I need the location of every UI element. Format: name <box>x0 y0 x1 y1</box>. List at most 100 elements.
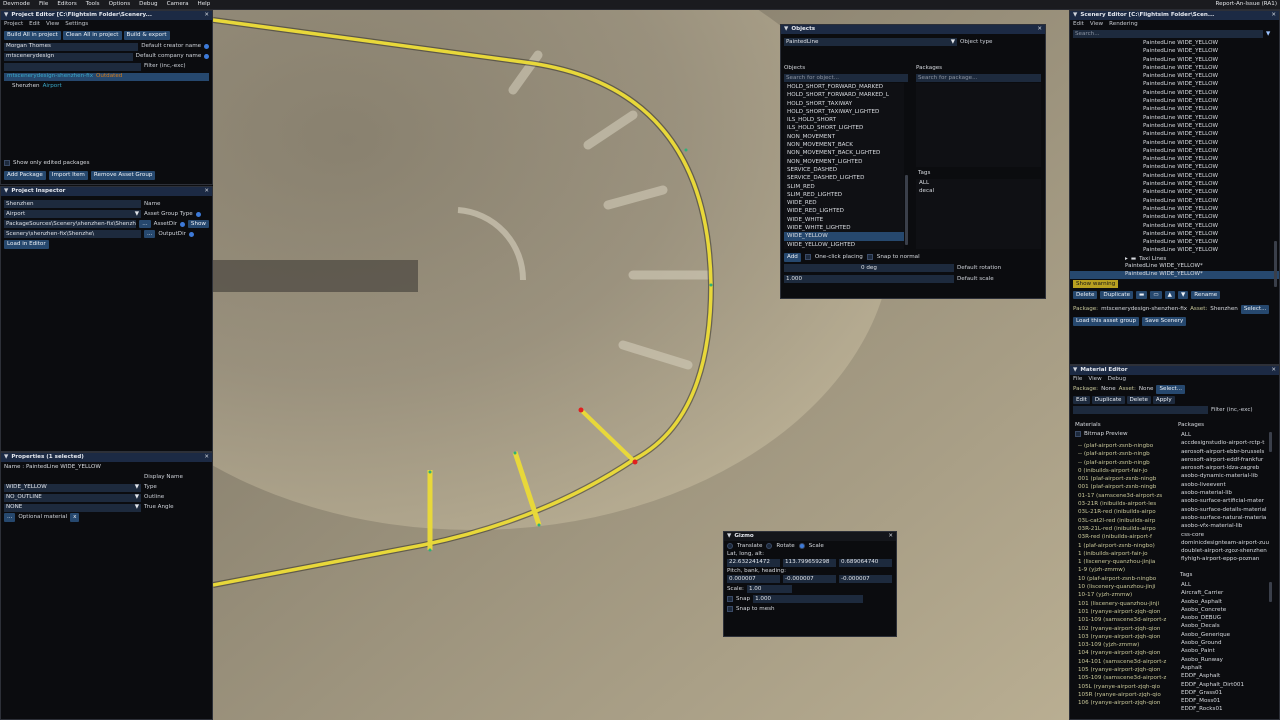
object-list-item[interactable]: NON_MOVEMENT <box>784 133 904 141</box>
object-list-item[interactable]: SERVICE_DASHED <box>784 166 904 174</box>
menu-edit[interactable]: Edit <box>1073 21 1084 28</box>
material-item[interactable]: 001 (plaf-airport-zsnb-ningb <box>1075 475 1171 483</box>
add-object-button[interactable]: Add <box>784 253 801 262</box>
collapse-icon[interactable]: ▼ <box>1073 367 1077 374</box>
delete-button[interactable]: Delete <box>1073 290 1098 300</box>
package-tree-item[interactable]: mtscenerydesign-shenzhen-fix Outdated <box>4 72 209 81</box>
bank-field[interactable]: -0.000007 <box>783 575 836 584</box>
material-item[interactable]: 103 (ryanye-airport-zjqh-qion <box>1075 633 1171 641</box>
material-tag-item[interactable]: Asphalt <box>1178 664 1271 672</box>
material-package-item[interactable]: asobo-vfx-material-lib <box>1178 522 1271 530</box>
material-item[interactable]: 10 (plaf-airport-zsnb-ningbo <box>1075 575 1171 583</box>
load-in-editor-button[interactable]: Load in Editor <box>4 240 49 249</box>
build-all-button[interactable]: Build All in project <box>4 31 61 40</box>
material-tag-item[interactable]: Asobo_Paint <box>1178 647 1271 655</box>
material-item[interactable]: -- (plaf-airport-zsnb-ningbo <box>1075 442 1171 450</box>
object-list-item[interactable]: SERVICE_DASHED_LIGHTED <box>784 174 904 182</box>
show-edited-checkbox[interactable] <box>4 160 10 167</box>
tag-item[interactable]: decal <box>916 187 1041 195</box>
material-item[interactable]: 101 (liscenery-quanzhou-jinji <box>1075 600 1171 608</box>
menu-help[interactable]: Help <box>198 1 211 8</box>
object-list-item[interactable]: NON_MOVEMENT_BACK <box>784 141 904 149</box>
material-item[interactable]: 1-9 (yjzh-zmmw) <box>1075 566 1171 574</box>
control-point-red[interactable] <box>578 407 584 413</box>
material-package-item[interactable]: ALL <box>1178 431 1271 439</box>
material-package-item[interactable]: asobo-surface-details-material <box>1178 506 1271 514</box>
material-item[interactable]: 102 (ryanye-airport-zjqh-qion <box>1075 625 1171 633</box>
material-package-item[interactable]: aerosoft-airport-eddf-frankfur <box>1178 456 1271 464</box>
object-list-item[interactable]: WIDE_YELLOW <box>784 232 904 241</box>
move-down-icon[interactable]: ▼ <box>1177 290 1189 300</box>
close-icon[interactable]: ✕ <box>204 12 209 19</box>
scenery-tree-item[interactable]: PaintedLine WIDE_YELLOW <box>1140 246 1279 254</box>
show-button[interactable]: Show <box>187 219 209 229</box>
material-package-item[interactable]: accdesignstudio-airport-rctp-t <box>1178 439 1271 447</box>
close-icon[interactable]: ✕ <box>204 454 209 461</box>
object-list-item[interactable]: WIDE_RED <box>784 199 904 207</box>
taxi-lines-group[interactable]: ▸ ▬ Taxi Lines <box>1070 255 1279 263</box>
filter-icon[interactable]: ▼ <box>1266 31 1270 38</box>
default-rotation-slider[interactable]: 0 deg <box>784 264 954 272</box>
folder-icon[interactable]: ▬ <box>1136 290 1148 300</box>
optional-material-clear-button[interactable]: x <box>70 513 80 523</box>
info-icon[interactable] <box>195 211 201 217</box>
show-warning-button[interactable]: Show warning <box>1073 280 1119 288</box>
scenery-tree-item[interactable]: PaintedLine WIDE_YELLOW <box>1140 163 1279 171</box>
object-list-scrollbar[interactable] <box>905 175 908 245</box>
scenery-tree-item[interactable]: PaintedLine WIDE_YELLOW <box>1140 39 1279 47</box>
collapse-icon[interactable]: ▼ <box>4 12 8 19</box>
optional-material-browse-button[interactable]: ... <box>4 513 16 523</box>
info-icon[interactable] <box>204 44 209 50</box>
material-item[interactable]: 10 (liscenery-quanzhou-jinji <box>1075 583 1171 591</box>
select-asset-button[interactable]: Select... <box>1156 385 1186 394</box>
material-item[interactable]: 106 (ryanye-airport-zjqh-qion <box>1075 699 1171 707</box>
scenery-tree-item[interactable]: PaintedLine WIDE_YELLOW <box>1140 188 1279 196</box>
translate-radio[interactable] <box>727 543 733 549</box>
object-list-item[interactable]: WIDE_RED_LIGHTED <box>784 207 904 215</box>
outputdir-field[interactable]: Scenery\shenzhen-fix\Shenzhe\ <box>4 230 141 238</box>
menu-view[interactable]: View <box>1090 21 1103 28</box>
material-item[interactable]: 03L-21R-red (inibuilds-airpo <box>1075 508 1171 516</box>
material-item[interactable]: 03R-red (inibuilds-airport-f <box>1075 533 1171 541</box>
material-item[interactable]: -- (plaf-airport-zsnb-ningb <box>1075 450 1171 458</box>
info-icon[interactable] <box>180 221 185 227</box>
object-list-item[interactable]: NON_MOVEMENT_LIGHTED <box>784 158 904 166</box>
snap-normal-checkbox[interactable] <box>866 254 873 261</box>
outline-select[interactable]: NO_OUTLINE ▼ <box>4 493 141 502</box>
menu-camera[interactable]: Camera <box>167 1 189 8</box>
collapse-icon[interactable]: ▼ <box>4 454 8 461</box>
latitude-field[interactable]: 22.632241472 <box>727 558 780 567</box>
material-tag-item[interactable]: EDDF_Grass01 <box>1178 689 1271 697</box>
material-item[interactable]: 03R-21L-red (inibuilds-airpo <box>1075 525 1171 533</box>
scenery-tree-item[interactable]: PaintedLine WIDE_YELLOW <box>1140 172 1279 180</box>
collapse-icon[interactable]: ▼ <box>1073 12 1077 19</box>
scenery-tree-item[interactable]: PaintedLine WIDE_YELLOW <box>1140 89 1279 97</box>
material-package-item[interactable]: asobo-material-lib <box>1178 489 1271 497</box>
material-item[interactable]: 10-17 (yjzh-zmmw) <box>1075 591 1171 599</box>
material-item[interactable]: 101 (ryanye-airport-zjqh-qion <box>1075 608 1171 616</box>
move-up-icon[interactable]: ▲ <box>1164 290 1175 300</box>
menu-settings[interactable]: Settings <box>65 21 88 28</box>
scenery-tree-item[interactable]: PaintedLine WIDE_YELLOW <box>1140 47 1279 55</box>
menu-devmode[interactable]: Devmode <box>3 1 30 8</box>
remove-asset-group-button[interactable]: Remove Asset Group <box>90 171 156 180</box>
scenery-tree-item[interactable]: PaintedLine WIDE_YELLOW <box>1140 64 1279 72</box>
menu-edit[interactable]: Edit <box>29 21 40 28</box>
scenery-tree-item[interactable]: PaintedLine WIDE_YELLOW <box>1140 122 1279 130</box>
material-item[interactable]: 104 (ryanye-airport-zjqh-qion <box>1075 649 1171 657</box>
material-tag-item[interactable]: Asobo_Runway <box>1178 656 1271 664</box>
material-package-item[interactable]: flyhigh-airport-eppo-poznan <box>1178 555 1271 563</box>
scenery-tree-scrollbar[interactable] <box>1274 241 1277 287</box>
add-package-button[interactable]: Add Package <box>4 171 46 180</box>
scenery-tree-item[interactable]: PaintedLine WIDE_YELLOW <box>1140 97 1279 105</box>
object-list-item[interactable]: SLIM_RED_LIGHTED <box>784 191 904 199</box>
material-tag-item[interactable]: ALL <box>1178 581 1271 589</box>
menu-view[interactable]: View <box>46 21 59 28</box>
material-tag-item[interactable]: EDDF_Rocks01 <box>1178 705 1271 713</box>
material-package-item[interactable]: aerosoft-airport-ldza-zagreb <box>1178 464 1271 472</box>
heading-field[interactable]: -0.000007 <box>839 575 892 584</box>
save-scenery-button[interactable]: Save Scenery <box>1142 317 1187 326</box>
collapse-icon[interactable]: ▼ <box>784 26 788 33</box>
filter-input[interactable] <box>4 62 141 71</box>
scenery-tree-item[interactable]: PaintedLine WIDE_YELLOW <box>1140 80 1279 88</box>
